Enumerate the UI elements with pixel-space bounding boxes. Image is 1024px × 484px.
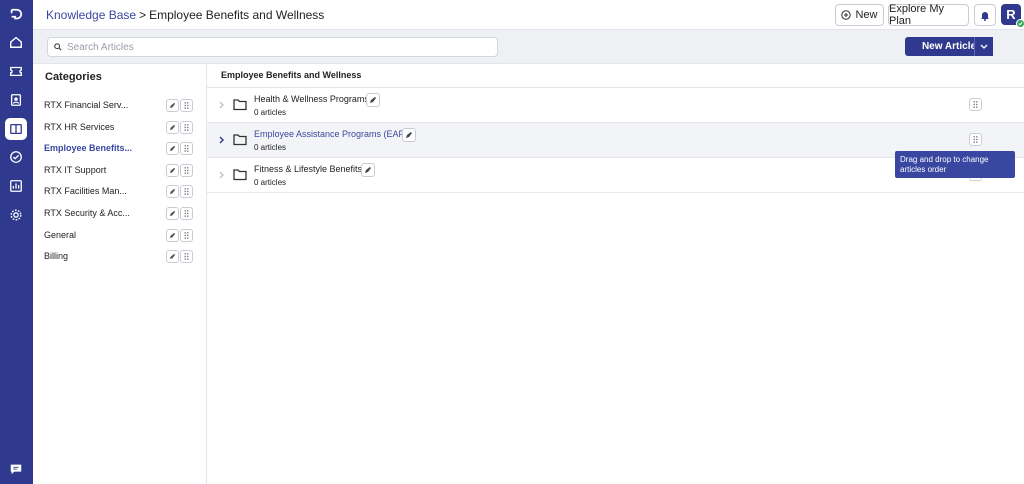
- drag-tooltip: Drag and drop to change articles order: [895, 151, 1015, 178]
- new-button-label: New: [855, 9, 878, 21]
- folder-icon: [233, 134, 247, 146]
- chevron-right-icon[interactable]: [217, 100, 226, 110]
- edit-icon[interactable]: [166, 229, 179, 242]
- folder-icon: [233, 169, 247, 181]
- folder-name[interactable]: Employee Assistance Programs (EAP): [254, 129, 408, 139]
- drag-handle-icon[interactable]: [180, 229, 193, 242]
- category-item[interactable]: Billing: [33, 247, 206, 269]
- contacts-icon[interactable]: [5, 89, 27, 111]
- edit-icon[interactable]: [166, 207, 179, 220]
- explore-my-plan-label: Explore My Plan: [889, 3, 945, 27]
- drag-handle-icon[interactable]: [180, 121, 193, 134]
- category-label: RTX Facilities Man...: [44, 186, 127, 196]
- reports-icon[interactable]: [5, 175, 27, 197]
- category-label: Billing: [44, 251, 69, 261]
- edit-icon[interactable]: [166, 99, 179, 112]
- edit-icon[interactable]: [166, 250, 179, 263]
- category-item-active[interactable]: Employee Benefits...: [33, 139, 206, 161]
- drag-handle-icon[interactable]: [969, 98, 982, 111]
- category-label: RTX HR Services: [44, 122, 115, 132]
- edit-icon[interactable]: [166, 185, 179, 198]
- category-label: General: [44, 230, 77, 240]
- article-count: 0 articles: [254, 143, 287, 152]
- section-title: Employee Benefits and Wellness: [221, 70, 362, 80]
- app-rail: [0, 0, 33, 484]
- settings-icon[interactable]: [5, 204, 27, 226]
- search-toolbar: New Article: [33, 30, 1024, 64]
- edit-icon[interactable]: [361, 163, 375, 177]
- folders-panel: Employee Benefits and Wellness Health & …: [207, 64, 1024, 484]
- chevron-down-icon: [980, 44, 987, 49]
- ticket-icon[interactable]: [5, 60, 27, 82]
- new-article-dropdown-button[interactable]: [974, 37, 992, 56]
- article-count: 0 articles: [254, 178, 287, 187]
- plus-circle-icon: [841, 10, 852, 20]
- breadcrumb-root-link[interactable]: Knowledge Base: [46, 8, 136, 22]
- category-label: Employee Benefits...: [44, 143, 133, 153]
- drag-handle-icon[interactable]: [180, 164, 193, 177]
- drag-handle-icon[interactable]: [180, 207, 193, 220]
- chevron-right-icon[interactable]: [217, 170, 226, 180]
- category-item[interactable]: RTX IT Support: [33, 161, 206, 183]
- logo-icon[interactable]: [5, 4, 27, 26]
- search-field[interactable]: [47, 37, 498, 57]
- category-label: RTX Security & Acc...: [44, 208, 130, 218]
- category-item[interactable]: RTX HR Services: [33, 118, 206, 140]
- article-count: 0 articles: [254, 108, 287, 117]
- drag-handle-icon[interactable]: [969, 133, 982, 146]
- user-avatar[interactable]: R: [1001, 4, 1024, 28]
- new-article-label: New Article: [921, 41, 977, 52]
- category-item[interactable]: General: [33, 226, 206, 248]
- folder-icon: [233, 99, 247, 111]
- breadcrumb: Knowledge Base > Employee Benefits and Wel…: [46, 8, 324, 22]
- bell-icon: [981, 11, 989, 21]
- avatar-initial: R: [1006, 7, 1016, 22]
- tasks-icon[interactable]: [5, 146, 27, 168]
- search-input[interactable]: [67, 41, 487, 53]
- chevron-right-icon[interactable]: [217, 135, 226, 145]
- breadcrumb-current: Employee Benefits and Wellness: [149, 8, 325, 22]
- categories-panel: Categories RTX Financial Serv... RTX HR …: [33, 64, 207, 484]
- edit-icon[interactable]: [402, 128, 416, 142]
- category-label: RTX Financial Serv...: [44, 100, 129, 110]
- folder-name[interactable]: Fitness & Lifestyle Benefits: [254, 164, 362, 174]
- knowledge-base-icon[interactable]: [5, 118, 27, 140]
- edit-icon[interactable]: [166, 142, 179, 155]
- online-status-icon: [1016, 19, 1024, 28]
- category-item[interactable]: RTX Facilities Man...: [33, 182, 206, 204]
- home-icon[interactable]: [5, 31, 27, 53]
- folder-name[interactable]: Health & Wellness Programs: [254, 94, 369, 104]
- category-item[interactable]: RTX Security & Acc...: [33, 204, 206, 226]
- category-item[interactable]: RTX Financial Serv...: [33, 96, 206, 118]
- top-bar: Knowledge Base > Employee Benefits and Wel…: [33, 0, 1024, 30]
- edit-icon[interactable]: [166, 164, 179, 177]
- chat-icon[interactable]: [5, 458, 27, 480]
- categories-title: Categories: [45, 71, 102, 83]
- explore-my-plan-button[interactable]: Explore My Plan: [888, 3, 969, 27]
- breadcrumb-separator: >: [139, 8, 147, 22]
- drag-handle-icon[interactable]: [180, 142, 193, 155]
- edit-icon[interactable]: [366, 93, 380, 107]
- folder-row[interactable]: Health & Wellness Programs 0 articles: [207, 88, 1024, 123]
- search-icon: [54, 43, 62, 51]
- notifications-button[interactable]: [974, 4, 996, 26]
- drag-handle-icon[interactable]: [180, 250, 193, 263]
- new-button[interactable]: New: [835, 4, 884, 26]
- category-label: RTX IT Support: [44, 165, 107, 175]
- drag-handle-icon[interactable]: [180, 99, 193, 112]
- edit-icon[interactable]: [166, 121, 179, 134]
- drag-handle-icon[interactable]: [180, 185, 193, 198]
